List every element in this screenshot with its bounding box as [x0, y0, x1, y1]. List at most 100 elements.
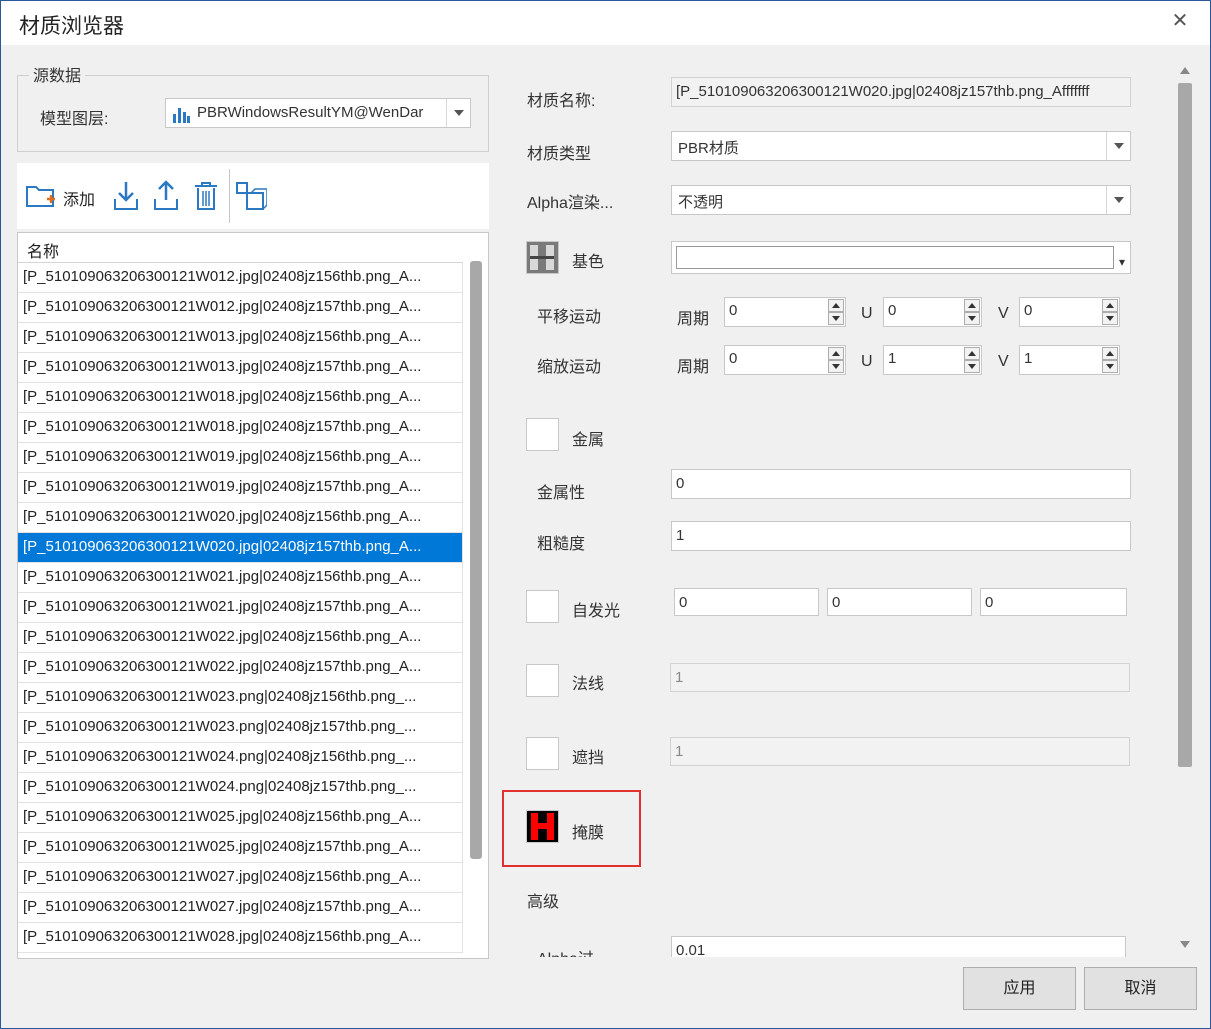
- scroll-down-icon[interactable]: [1172, 941, 1196, 953]
- metal-swatch[interactable]: [526, 418, 559, 451]
- list-item[interactable]: [P_510109063206300121W021.jpg|02408jz157…: [18, 593, 463, 623]
- material-list[interactable]: 名称 [P_510109063206300121W012.jpg|02408jz…: [17, 232, 489, 959]
- list-item[interactable]: [P_510109063206300121W024.png|02408jz157…: [18, 773, 463, 803]
- spin-up-icon[interactable]: [828, 299, 844, 312]
- list-item[interactable]: [P_510109063206300121W018.jpg|02408jz156…: [18, 383, 463, 413]
- properties-scrollbar[interactable]: [1172, 61, 1196, 953]
- scroll-thumb[interactable]: [1178, 83, 1192, 767]
- list-item[interactable]: [P_510109063206300121W023.png|02408jz156…: [18, 683, 463, 713]
- list-toolbar: 添加: [17, 163, 489, 229]
- emissive-label: 自发光: [572, 603, 621, 620]
- scale-u-spin[interactable]: 1: [883, 345, 982, 375]
- list-item[interactable]: [P_510109063206300121W022.jpg|02408jz156…: [18, 623, 463, 653]
- spin-down-icon[interactable]: [964, 360, 980, 373]
- list-item[interactable]: [P_510109063206300121W012.jpg|02408jz156…: [18, 263, 463, 293]
- list-header[interactable]: 名称: [18, 233, 463, 263]
- scroll-up-icon[interactable]: [1172, 61, 1196, 81]
- apply-button[interactable]: 应用: [963, 967, 1076, 1010]
- spin-down-icon[interactable]: [828, 360, 844, 373]
- scale-label: 缩放运动: [537, 359, 602, 376]
- layer-combo[interactable]: PBRWindowsResultYM@WenDar: [165, 98, 471, 128]
- list-item[interactable]: [P_510109063206300121W013.jpg|02408jz157…: [18, 353, 463, 383]
- base-color-value: [676, 246, 1114, 269]
- type-combo[interactable]: PBR材质: [671, 131, 1131, 161]
- emissive-field-3[interactable]: 0: [980, 588, 1127, 616]
- list-item[interactable]: [P_510109063206300121W027.jpg|02408jz157…: [18, 893, 463, 923]
- list-item[interactable]: [P_510109063206300121W012.jpg|02408jz157…: [18, 293, 463, 323]
- list-item[interactable]: [P_510109063206300121W021.jpg|02408jz156…: [18, 563, 463, 593]
- chevron-down-icon[interactable]: [1106, 186, 1130, 214]
- emissive-swatch[interactable]: [526, 590, 559, 623]
- spin-up-icon[interactable]: [1102, 299, 1118, 312]
- list-item-label: [P_510109063206300121W028.jpg|02408jz156…: [23, 928, 422, 945]
- spin-up-icon[interactable]: [964, 299, 980, 312]
- list-item-label: [P_510109063206300121W022.jpg|02408jz157…: [23, 658, 422, 675]
- alpha-combo[interactable]: 不透明: [671, 185, 1131, 215]
- list-item-label: [P_510109063206300121W025.jpg|02408jz156…: [23, 808, 422, 825]
- chevron-down-icon[interactable]: [446, 99, 470, 127]
- list-item-label: [P_510109063206300121W023.png|02408jz157…: [23, 718, 417, 735]
- translate-period-spin[interactable]: 0: [724, 297, 846, 327]
- metallic-field[interactable]: 0: [671, 469, 1131, 499]
- list-item[interactable]: [P_510109063206300121W027.jpg|02408jz156…: [18, 863, 463, 893]
- cancel-button[interactable]: 取消: [1084, 967, 1197, 1010]
- list-item[interactable]: [P_510109063206300121W025.jpg|02408jz157…: [18, 833, 463, 863]
- occlusion-swatch[interactable]: [526, 737, 559, 770]
- list-header-name: 名称: [27, 244, 60, 261]
- translate-u-spin[interactable]: 0: [883, 297, 982, 327]
- export-button[interactable]: [151, 179, 181, 213]
- base-color-picker[interactable]: ▾: [671, 241, 1131, 274]
- list-item[interactable]: [P_510109063206300121W020.jpg|02408jz156…: [18, 503, 463, 533]
- base-color-label: 基色: [572, 254, 605, 271]
- alpha-cutoff-field[interactable]: 0.01: [671, 936, 1126, 957]
- copy-boxes-icon: [236, 182, 268, 210]
- scale-v-spin[interactable]: 1: [1019, 345, 1120, 375]
- list-item[interactable]: [P_510109063206300121W024.png|02408jz156…: [18, 743, 463, 773]
- scale-period-label: 周期: [677, 359, 710, 376]
- list-item[interactable]: [P_510109063206300121W019.jpg|02408jz157…: [18, 473, 463, 503]
- list-item[interactable]: [P_510109063206300121W018.jpg|02408jz157…: [18, 413, 463, 443]
- emissive-value-2: 0: [832, 594, 841, 611]
- list-item[interactable]: [P_510109063206300121W020.jpg|02408jz157…: [18, 533, 463, 563]
- normal-field[interactable]: 1: [670, 663, 1130, 692]
- title-bar: 材质浏览器 ✕: [1, 1, 1210, 45]
- spin-up-icon[interactable]: [1102, 347, 1118, 360]
- import-button[interactable]: [111, 179, 141, 213]
- chevron-down-icon[interactable]: [1106, 132, 1130, 160]
- list-item[interactable]: [P_510109063206300121W025.jpg|02408jz156…: [18, 803, 463, 833]
- normal-label: 法线: [572, 676, 605, 693]
- list-item[interactable]: [P_510109063206300121W013.jpg|02408jz156…: [18, 323, 463, 353]
- roughness-label: 粗糙度: [537, 536, 586, 553]
- list-item[interactable]: [P_510109063206300121W022.jpg|02408jz157…: [18, 653, 463, 683]
- list-item[interactable]: [P_510109063206300121W028.jpg|02408jz156…: [18, 923, 463, 953]
- list-item-label: [P_510109063206300121W022.jpg|02408jz156…: [23, 628, 422, 645]
- translate-v-spin[interactable]: 0: [1019, 297, 1120, 327]
- normal-swatch[interactable]: [526, 664, 559, 697]
- list-item[interactable]: [P_510109063206300121W019.jpg|02408jz156…: [18, 443, 463, 473]
- spin-up-icon[interactable]: [964, 347, 980, 360]
- emissive-field-1[interactable]: 0: [674, 588, 819, 616]
- emissive-value-1: 0: [679, 594, 688, 611]
- spin-down-icon[interactable]: [1102, 312, 1118, 325]
- copy-button[interactable]: [235, 179, 268, 213]
- scale-period-value: 0: [729, 350, 738, 367]
- list-scrollbar[interactable]: [470, 261, 482, 859]
- base-color-swatch[interactable]: [526, 241, 559, 274]
- spin-down-icon[interactable]: [964, 312, 980, 325]
- name-field[interactable]: [P_510109063206300121W020.jpg|02408jz157…: [671, 77, 1131, 107]
- close-icon[interactable]: ✕: [1165, 7, 1195, 35]
- occlusion-field[interactable]: 1: [670, 737, 1130, 766]
- scale-period-spin[interactable]: 0: [724, 345, 846, 375]
- emissive-field-2[interactable]: 0: [827, 588, 972, 616]
- spin-up-icon[interactable]: [828, 347, 844, 360]
- spin-down-icon[interactable]: [1102, 360, 1118, 373]
- mask-swatch[interactable]: [526, 810, 559, 843]
- spin-down-icon[interactable]: [828, 312, 844, 325]
- list-item-label: [P_510109063206300121W013.jpg|02408jz156…: [23, 328, 422, 345]
- roughness-field[interactable]: 1: [671, 521, 1131, 551]
- delete-button[interactable]: [191, 179, 221, 213]
- window-title: 材质浏览器: [19, 15, 124, 38]
- material-browser-window: 材质浏览器 ✕ 源数据 模型图层: PBRWindowsResultYM@Wen…: [0, 0, 1211, 1029]
- add-button[interactable]: 添加: [23, 181, 107, 211]
- list-item[interactable]: [P_510109063206300121W023.png|02408jz157…: [18, 713, 463, 743]
